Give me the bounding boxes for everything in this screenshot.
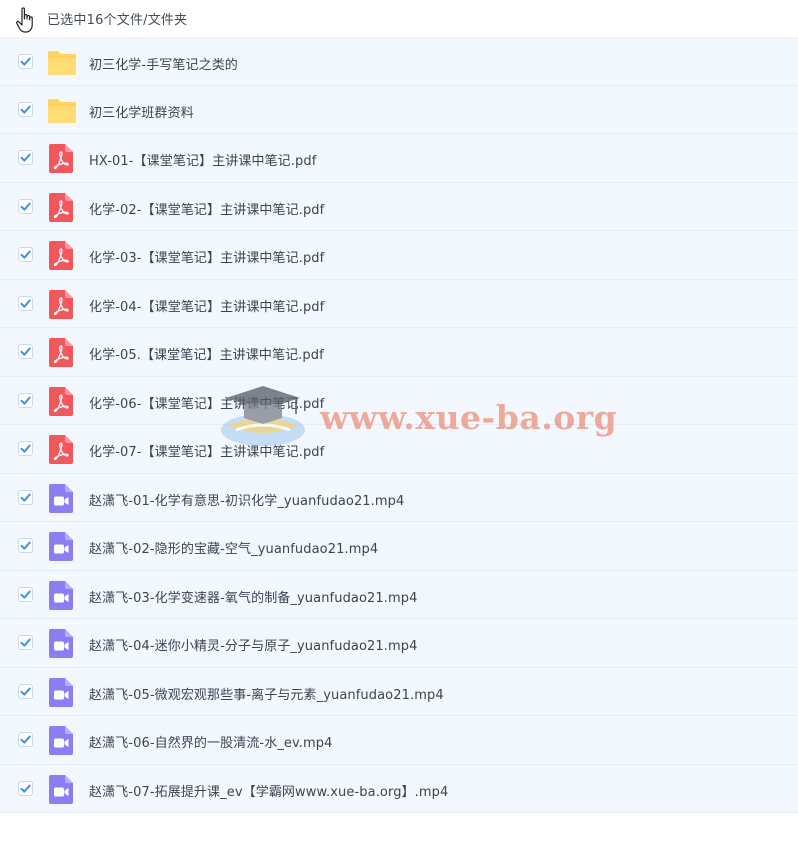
file-row-1[interactable]: 初三化学-手写笔记之类的 (0, 37, 798, 86)
file-row-7[interactable]: 化学-05.【课堂笔记】主讲课中笔记.pdf (0, 328, 798, 377)
file-row-2[interactable]: 初三化学班群资料 (0, 85, 798, 134)
checkmark-icon (20, 299, 31, 308)
row-checkbox[interactable] (18, 635, 33, 650)
checkmark-icon (20, 541, 31, 550)
row-checkbox[interactable] (18, 732, 33, 747)
file-row-11[interactable]: 赵潇飞-02-隐形的宝藏-空气_yuanfudao21.mp4 (0, 522, 798, 571)
row-checkbox[interactable] (18, 295, 33, 311)
pdf-file-icon (49, 435, 73, 464)
video-file-icon (49, 629, 73, 658)
file-name[interactable]: 赵潇飞-06-自然界的一股清流-水_ev.mp4 (89, 732, 333, 751)
checkmark-icon (20, 202, 31, 211)
file-row-10[interactable]: 赵潇飞-01-化学有意思-初识化学_yuanfudao21.mp4 (0, 473, 798, 522)
folder-icon (48, 98, 76, 123)
file-name[interactable]: 赵潇飞-03-化学变速器-氧气的制备_yuanfudao21.mp4 (89, 587, 418, 606)
file-row-9[interactable]: 化学-07-【课堂笔记】主讲课中笔记.pdf (0, 425, 798, 474)
video-file-icon (49, 532, 73, 561)
file-list: 初三化学-手写笔记之类的 初三化学班群资料 HX-01-【课堂笔记】主讲课中笔记… (0, 37, 798, 813)
hand-cursor-icon (16, 7, 33, 33)
row-checkbox[interactable] (18, 586, 33, 602)
file-name[interactable]: 初三化学班群资料 (89, 102, 194, 121)
file-name[interactable]: 化学-07-【课堂笔记】主讲课中笔记.pdf (89, 441, 324, 460)
file-row-4[interactable]: 化学-02-【课堂笔记】主讲课中笔记.pdf (0, 182, 798, 231)
file-name[interactable]: 化学-06-【课堂笔记】主讲课中笔记.pdf (89, 393, 324, 412)
row-checkbox[interactable] (18, 392, 33, 408)
file-name[interactable]: 化学-02-【课堂笔记】主讲课中笔记.pdf (89, 199, 324, 218)
video-file-icon (49, 774, 73, 804)
pdf-file-icon (49, 289, 73, 319)
row-checkbox[interactable] (18, 538, 33, 553)
row-checkbox[interactable] (18, 198, 33, 214)
file-name[interactable]: 赵潇飞-04-迷你小精灵-分子与原子_yuanfudao21.mp4 (89, 635, 418, 654)
selection-count-text: 已选中16个文件/文件夹 (47, 13, 188, 28)
checkmark-icon (20, 735, 31, 744)
selection-header: 已选中16个文件/文件夹 (0, 0, 798, 37)
row-checkbox[interactable] (18, 54, 33, 69)
folder-icon (48, 51, 76, 75)
video-file-icon (49, 580, 73, 610)
checkmark-icon (20, 396, 31, 405)
file-row-6[interactable]: 化学-04-【课堂笔记】主讲课中笔记.pdf (0, 279, 798, 328)
file-name[interactable]: 化学-05.【课堂笔记】主讲课中笔记.pdf (89, 344, 324, 363)
file-row-5[interactable]: 化学-03-【课堂笔记】主讲课中笔记.pdf (0, 231, 798, 280)
file-name[interactable]: 化学-03-【课堂笔记】主讲课中笔记.pdf (89, 247, 324, 266)
video-file-icon (49, 726, 73, 755)
video-file-icon (49, 677, 73, 707)
checkmark-icon (20, 638, 31, 647)
checkmark-icon (20, 153, 31, 162)
row-checkbox[interactable] (18, 683, 33, 699)
video-file-icon (49, 483, 73, 513)
pdf-file-icon (49, 241, 73, 270)
row-checkbox[interactable] (18, 780, 33, 796)
file-name[interactable]: 赵潇飞-01-化学有意思-初识化学_yuanfudao21.mp4 (89, 490, 404, 509)
checkmark-icon (20, 250, 31, 259)
file-row-16[interactable]: 赵潇飞-07-拓展提升课_ev【学霸网www.xue-ba.org】.mp4 (0, 764, 798, 813)
row-checkbox[interactable] (18, 344, 33, 359)
file-name[interactable]: 化学-04-【课堂笔记】主讲课中笔记.pdf (89, 296, 324, 315)
file-row-14[interactable]: 赵潇飞-05-微观宏观那些事-离子与元素_yuanfudao21.mp4 (0, 667, 798, 716)
pdf-file-icon (49, 386, 73, 416)
checkmark-icon (20, 444, 31, 453)
checkmark-icon (20, 493, 31, 502)
file-name[interactable]: 赵潇飞-05-微观宏观那些事-离子与元素_yuanfudao21.mp4 (89, 684, 444, 703)
row-checkbox[interactable] (18, 441, 33, 456)
row-checkbox[interactable] (18, 247, 33, 262)
checkmark-icon (20, 687, 31, 696)
checkmark-icon (20, 590, 31, 599)
checkmark-icon (20, 105, 31, 114)
file-name[interactable]: 赵潇飞-07-拓展提升课_ev【学霸网www.xue-ba.org】.mp4 (89, 781, 448, 800)
row-checkbox[interactable] (18, 150, 33, 165)
checkmark-icon (20, 347, 31, 356)
pdf-file-icon (49, 144, 73, 173)
checkmark-icon (20, 57, 31, 66)
file-row-3[interactable]: HX-01-【课堂笔记】主讲课中笔记.pdf (0, 134, 798, 183)
pdf-file-icon (49, 338, 73, 367)
file-name[interactable]: 初三化学-手写笔记之类的 (89, 54, 238, 73)
pdf-file-icon (49, 192, 73, 222)
file-row-15[interactable]: 赵潇飞-06-自然界的一股清流-水_ev.mp4 (0, 716, 798, 765)
row-checkbox[interactable] (18, 489, 33, 505)
file-row-13[interactable]: 赵潇飞-04-迷你小精灵-分子与原子_yuanfudao21.mp4 (0, 619, 798, 668)
checkmark-icon (20, 784, 31, 793)
file-row-8[interactable]: 化学-06-【课堂笔记】主讲课中笔记.pdf (0, 376, 798, 425)
file-row-12[interactable]: 赵潇飞-03-化学变速器-氧气的制备_yuanfudao21.mp4 (0, 570, 798, 619)
file-name[interactable]: 赵潇飞-02-隐形的宝藏-空气_yuanfudao21.mp4 (89, 538, 378, 557)
file-name[interactable]: HX-01-【课堂笔记】主讲课中笔记.pdf (89, 150, 316, 169)
row-checkbox[interactable] (18, 101, 33, 117)
